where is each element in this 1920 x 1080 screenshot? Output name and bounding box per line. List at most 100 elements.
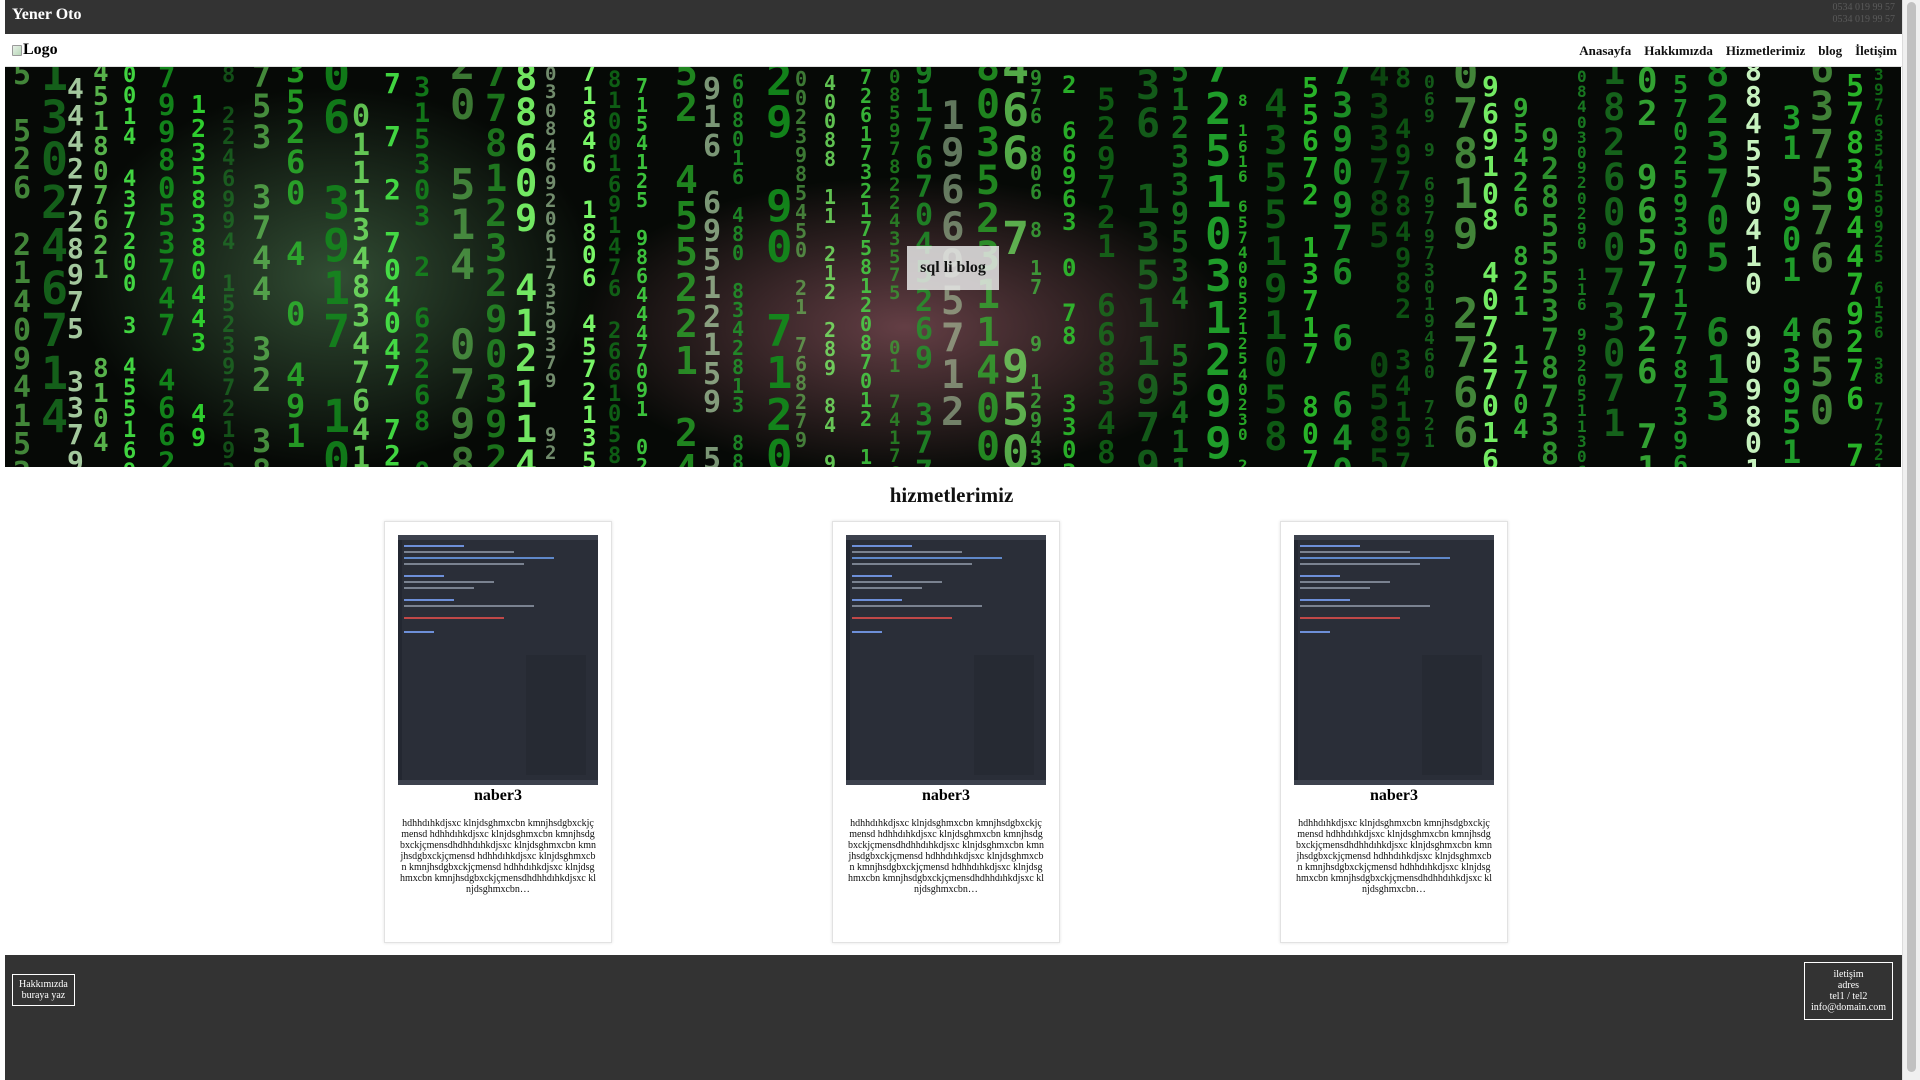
nav-item-iletisim[interactable]: İletişim xyxy=(1855,43,1897,59)
svg-text:8: 8 xyxy=(450,439,475,467)
footer-contact-email[interactable]: info@domain.com xyxy=(1811,1002,1886,1013)
svg-text:1: 1 xyxy=(1782,129,1801,167)
svg-text:9: 9 xyxy=(915,341,933,376)
svg-text:1: 1 xyxy=(286,417,305,455)
svg-text:8: 8 xyxy=(608,444,621,467)
site-brand[interactable]: Yener Oto xyxy=(12,6,81,24)
svg-text:3: 3 xyxy=(1062,459,1076,467)
svg-text:5: 5 xyxy=(67,312,84,345)
svg-text:1: 1 xyxy=(795,295,807,319)
svg-text:9: 9 xyxy=(1424,106,1435,127)
svg-text:2: 2 xyxy=(824,280,836,304)
svg-text:2: 2 xyxy=(1302,178,1319,211)
phone-numbers: 0534 019 99 57 0534 019 99 57 xyxy=(1833,2,1896,26)
svg-text:3: 3 xyxy=(1030,465,1042,467)
svg-text:0: 0 xyxy=(123,272,136,297)
svg-text:1: 1 xyxy=(1745,453,1762,467)
svg-text:0: 0 xyxy=(1577,234,1587,253)
service-card[interactable]: naber3 hdhhdıhkdjsxc klnjdsghmxcbn kmnjh… xyxy=(832,521,1060,943)
svg-text:2: 2 xyxy=(384,439,401,467)
card-thumbnail-image xyxy=(1294,535,1494,785)
svg-text:7: 7 xyxy=(1302,444,1319,467)
svg-text:9: 9 xyxy=(795,428,807,452)
svg-text:6: 6 xyxy=(1874,323,1884,342)
svg-text:0: 0 xyxy=(323,433,350,467)
svg-text:1: 1 xyxy=(1603,402,1625,445)
svg-text:2: 2 xyxy=(675,86,698,130)
svg-text:9: 9 xyxy=(123,460,136,467)
svg-text:7: 7 xyxy=(384,120,401,153)
svg-text:4: 4 xyxy=(252,270,271,308)
svg-text:8: 8 xyxy=(1264,415,1287,460)
svg-text:6: 6 xyxy=(1453,408,1478,457)
svg-text:6: 6 xyxy=(1810,236,1834,282)
svg-text:7: 7 xyxy=(915,455,933,467)
svg-text:9: 9 xyxy=(824,356,836,380)
svg-text:0: 0 xyxy=(766,222,793,273)
svg-text:5: 5 xyxy=(703,442,721,467)
svg-text:5: 5 xyxy=(889,282,900,304)
broken-image-icon xyxy=(12,44,22,56)
svg-text:4: 4 xyxy=(515,443,537,467)
svg-text:0: 0 xyxy=(450,80,475,129)
svg-text:6: 6 xyxy=(1332,319,1353,359)
phone-number[interactable]: 0534 019 99 57 xyxy=(1833,2,1896,14)
svg-text:8: 8 xyxy=(1482,203,1499,236)
svg-text:6: 6 xyxy=(703,129,721,164)
svg-text:4: 4 xyxy=(450,240,475,289)
svg-text:0: 0 xyxy=(1745,267,1762,300)
service-card[interactable]: naber3 hdhhdıhkdjsxc klnjdsghmxcbn kmnjh… xyxy=(384,521,612,943)
svg-text:4: 4 xyxy=(286,235,305,273)
svg-text:1: 1 xyxy=(352,441,370,467)
site-logo[interactable]: Logo xyxy=(12,41,58,59)
svg-text:6: 6 xyxy=(13,171,31,206)
svg-text:3: 3 xyxy=(123,314,136,339)
svg-text:6: 6 xyxy=(1513,193,1529,223)
svg-text:1: 1 xyxy=(1424,431,1435,452)
card-description: hdhhdıhkdjsxc klnjdsghmxcbn kmnjhsdgbxck… xyxy=(399,818,597,895)
svg-text:7: 7 xyxy=(1395,448,1411,467)
svg-text:4: 4 xyxy=(41,390,68,443)
svg-text:8: 8 xyxy=(1097,435,1116,467)
svg-text:8: 8 xyxy=(824,147,836,171)
svg-text:8: 8 xyxy=(414,406,430,437)
svg-text:6: 6 xyxy=(1637,352,1657,392)
svg-text:8: 8 xyxy=(1874,369,1884,388)
nav-item-blog[interactable]: blog xyxy=(1818,43,1842,59)
svg-text:2: 2 xyxy=(384,173,401,206)
top-bar: Yener Oto 0534 019 99 57 0534 019 99 57 xyxy=(5,0,1903,34)
nav-item-anasayfa[interactable]: Anasayfa xyxy=(1579,43,1631,59)
svg-text:2: 2 xyxy=(485,438,507,467)
svg-text:2: 2 xyxy=(1238,456,1248,467)
card-title: naber3 xyxy=(1370,787,1418,804)
svg-text:6: 6 xyxy=(1136,101,1160,147)
svg-text:3: 3 xyxy=(1706,385,1729,430)
svg-text:2: 2 xyxy=(1395,294,1411,325)
footer-contact-phones[interactable]: tel1 / tel2 xyxy=(1811,991,1886,1002)
services-title: hizmetlerimiz xyxy=(889,483,1014,507)
svg-text:2: 2 xyxy=(860,407,872,431)
svg-text:2: 2 xyxy=(252,361,271,399)
svg-text:8: 8 xyxy=(1541,437,1559,467)
svg-text:6: 6 xyxy=(732,165,744,189)
svg-text:6: 6 xyxy=(1238,167,1248,186)
svg-text:5: 5 xyxy=(582,447,596,467)
footer-contact-box: iletişim adres tel1 / tel2 info@domain.c… xyxy=(1803,962,1893,1020)
svg-text:6: 6 xyxy=(1577,295,1587,314)
svg-text:6: 6 xyxy=(323,91,350,144)
phone-number[interactable]: 0534 019 99 57 xyxy=(1833,14,1896,26)
svg-text:6: 6 xyxy=(1577,462,1587,467)
scrollbar-thumb[interactable] xyxy=(1907,2,1916,1072)
page-scrollbar[interactable] xyxy=(1902,0,1920,1080)
hero-blog-button[interactable]: sql li blog xyxy=(907,246,999,290)
nav-item-hakkimizda[interactable]: Hakkımızda xyxy=(1644,43,1713,59)
svg-text:9: 9 xyxy=(1453,209,1478,258)
svg-text:1: 1 xyxy=(824,204,836,228)
service-card[interactable]: naber3 hdhhdıhkdjsxc klnjdsghmxcbn kmnjh… xyxy=(1280,521,1508,943)
svg-text:9: 9 xyxy=(515,197,537,240)
svg-text:9: 9 xyxy=(1424,140,1435,161)
nav-item-hizmetlerimiz[interactable]: Hizmetlerimiz xyxy=(1726,43,1805,59)
svg-text:7: 7 xyxy=(158,308,175,342)
svg-text:0: 0 xyxy=(976,424,1000,467)
svg-text:3: 3 xyxy=(1062,208,1076,236)
